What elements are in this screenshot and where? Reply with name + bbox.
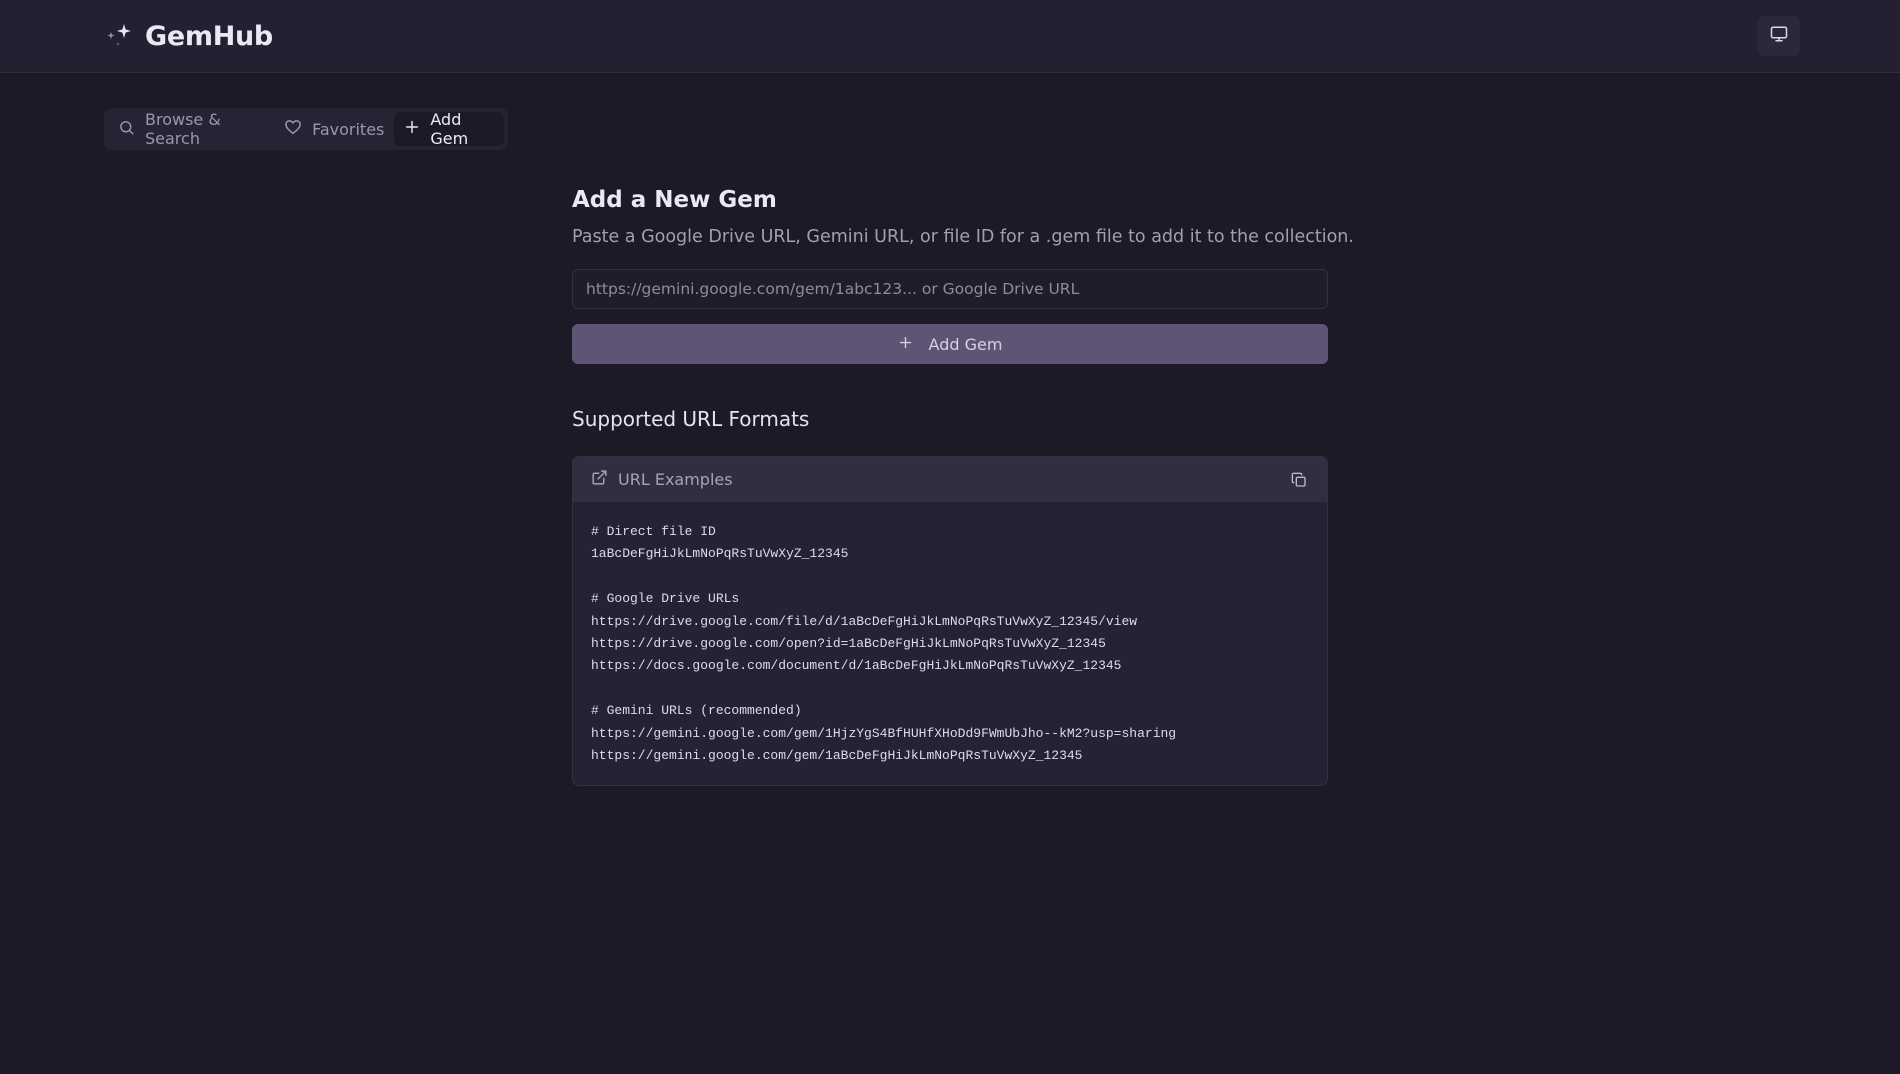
search-icon [118, 119, 135, 140]
code-line: https://gemini.google.com/gem/1aBcDeFgHi… [591, 747, 1083, 763]
code-line: https://gemini.google.com/gem/1HjzYgS4Bf… [591, 725, 1177, 741]
external-link-icon [591, 469, 608, 491]
gem-url-input[interactable] [572, 269, 1328, 309]
code-line: # Direct file ID [591, 524, 716, 539]
add-gem-button-label: Add Gem [928, 334, 1003, 354]
page-title: Add a New Gem [572, 187, 777, 213]
tab-label: Favorites [312, 119, 385, 139]
tab-label: Add Gem [430, 110, 469, 148]
add-gem-panel: Add a New Gem Paste a Google Drive URL, … [572, 183, 1354, 786]
page-subtitle: Paste a Google Drive URL, Gemini URL, or… [572, 227, 1354, 247]
code-line: # Gemini URLs (recommended) [591, 703, 802, 719]
app-title: GemHub [145, 20, 273, 52]
monitor-icon [1770, 25, 1788, 48]
heart-icon [284, 118, 302, 140]
top-bar: GemHub [0, 0, 1900, 73]
plus-icon [404, 119, 420, 139]
copy-icon[interactable] [1289, 470, 1309, 490]
main-tabs: Browse & Search Favorites Add Gem [104, 108, 508, 150]
code-line: # Google Drive URLs [591, 591, 740, 607]
tab-favorites[interactable]: Favorites [274, 112, 394, 146]
url-examples-header: URL Examples [573, 457, 1327, 502]
sparkles-icon [105, 22, 133, 50]
code-line: 1aBcDeFgHiJkLmNoPqRsTuVwXyZ_12345 [591, 546, 849, 562]
code-line: https://drive.google.com/file/d/1aBcDeFg… [591, 613, 1138, 629]
code-line: https://drive.google.com/open?id=1aBcDeF… [591, 635, 1106, 651]
url-examples-code: # Direct file ID 1aBcDeFgHiJkLmNoPqRsTuV… [573, 502, 1327, 767]
url-examples-title: URL Examples [618, 470, 733, 489]
tab-browse-search[interactable]: Browse & Search [108, 110, 274, 148]
plus-icon [898, 335, 913, 354]
brand[interactable]: GemHub [105, 18, 273, 54]
tab-label: Browse & Search [145, 110, 221, 148]
code-line: https://docs.google.com/document/d/1aBcD… [591, 658, 1122, 674]
url-examples-card: URL Examples # Direct file ID 1aBcDeFgHi… [572, 456, 1328, 786]
tab-add-gem[interactable]: Add Gem [394, 110, 504, 148]
add-gem-button[interactable]: Add Gem [572, 324, 1328, 364]
formats-heading: Supported URL Formats [572, 407, 810, 431]
display-toggle-button[interactable] [1757, 16, 1800, 56]
